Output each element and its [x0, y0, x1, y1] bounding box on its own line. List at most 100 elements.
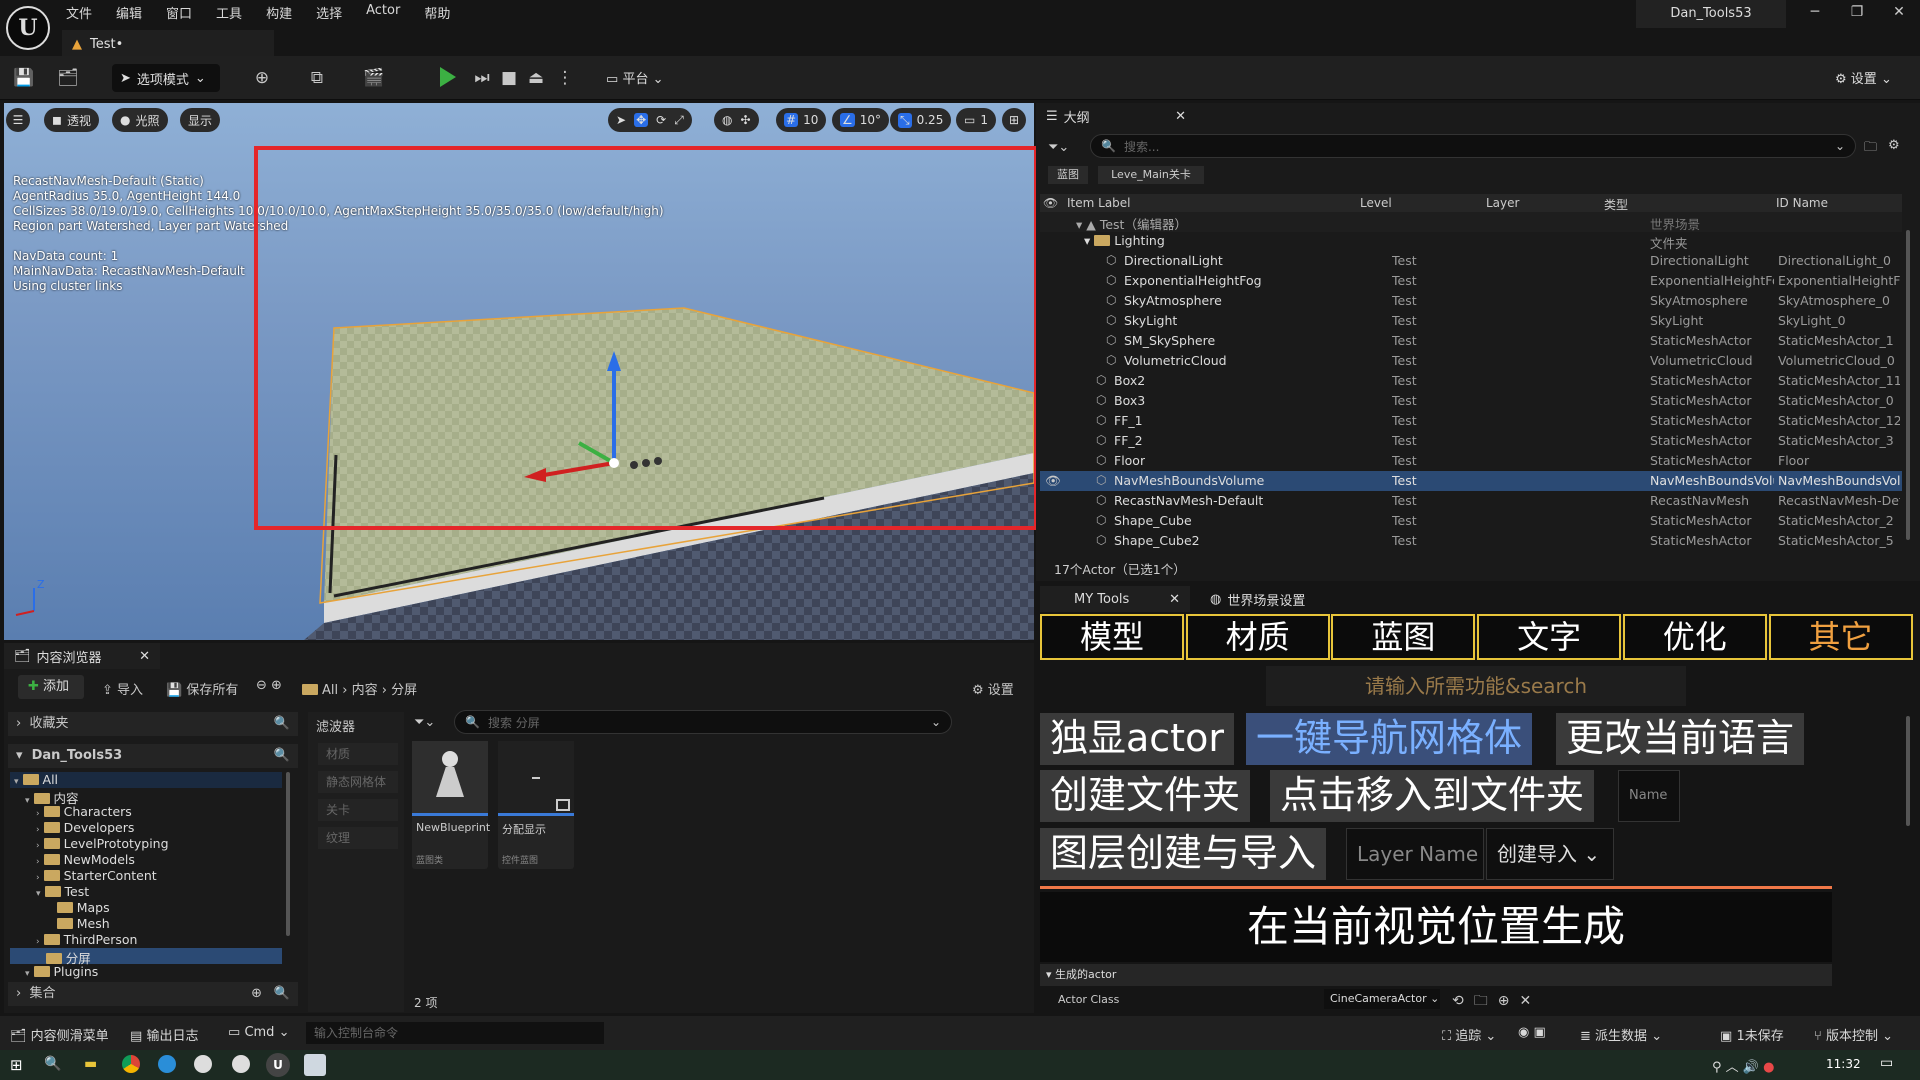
browse-icon[interactable]: 🗀 [1474, 993, 1498, 1009]
filter-icon[interactable]: ⏷⌄ [1048, 140, 1069, 155]
menu-item[interactable]: Actor [366, 3, 414, 22]
move-icon[interactable]: ✥ [634, 113, 649, 127]
platform-button[interactable]: ▭ 平台 ⌄ [606, 68, 663, 87]
lighting-button[interactable]: ● 光照 [112, 108, 168, 132]
settings-button[interactable]: ⚙ 设置 ⌄ [1835, 68, 1892, 87]
grid-snap[interactable]: #10 [776, 108, 827, 132]
taskbar-search-icon[interactable]: 🔍 [44, 1056, 61, 1072]
minimize-icon[interactable]: ─ [1800, 4, 1830, 26]
import-button[interactable]: ⇪ 导入 [102, 679, 143, 698]
change-language-button[interactable]: 更改当前语言 [1556, 713, 1805, 765]
folder-name-input[interactable]: Name [1618, 770, 1680, 822]
category-tab[interactable]: 优化 [1622, 614, 1767, 660]
outliner-row[interactable]: ⬡ VolumetricCloud Test VolumetricCloud Volum… [1040, 351, 1902, 371]
edge-icon[interactable] [158, 1055, 176, 1073]
menu-item[interactable]: 文件 [66, 3, 106, 22]
close-icon[interactable]: ✕ [1884, 4, 1914, 26]
coord-tools[interactable]: ◍ ✣ [714, 108, 759, 132]
more-icon[interactable]: ⋮ [553, 66, 577, 90]
unreal-logo-icon[interactable]: U [6, 6, 50, 50]
outliner-row[interactable]: ⬡ SkyAtmosphere Test SkyAtmosphere SkyAtmosp… [1040, 291, 1902, 311]
outliner-row[interactable]: ⬡ Shape_Cube2 Test StaticMeshActor StaticMes… [1040, 531, 1902, 551]
move-to-folder-button[interactable]: 点击移入到文件夹 [1270, 770, 1595, 822]
folder-tree-item[interactable]: › Developers [10, 820, 282, 836]
outliner-row[interactable]: ⬡ SM_SkySphere Test StaticMeshActor StaticMe… [1040, 331, 1902, 351]
unreal-taskbar-icon[interactable]: U [266, 1053, 290, 1077]
actor-class-actions[interactable]: ⟲🗀⊕✕ [1452, 990, 1541, 1014]
restore-icon[interactable]: ❐ [1842, 4, 1872, 26]
close-tab-icon[interactable]: ✕ [1175, 109, 1186, 124]
select-icon[interactable]: ➤ [616, 113, 626, 127]
outliner-settings-icon[interactable]: ⚙ [1888, 138, 1900, 153]
trace-button[interactable]: ⛶ 追踪 ⌄ [1442, 1025, 1496, 1044]
expand-arrow-icon[interactable]: › [36, 857, 40, 867]
forward-icon[interactable]: ⊕ [271, 678, 282, 693]
project-header[interactable]: ▾ Dan_Tools53 🔍 [8, 744, 298, 768]
content-search[interactable]: 🔍 搜索 分屏 ⌄ [454, 710, 952, 734]
add-actor-icon[interactable]: ⊕ [250, 66, 274, 90]
add-folder-icon[interactable]: 🗀 [1864, 138, 1877, 160]
expand-arrow-icon[interactable] [47, 921, 53, 931]
expand-arrow-icon[interactable] [47, 905, 53, 915]
menu-item[interactable]: 工具 [216, 3, 256, 22]
save-all-button[interactable]: 💾 保存所有 [166, 679, 238, 698]
folder-tree-item[interactable]: › NewModels [10, 852, 282, 868]
asset-tile[interactable]: 分配显示 控件蓝图 [498, 741, 574, 869]
globe-icon[interactable]: ◍ [722, 113, 732, 127]
actor-class-select[interactable]: CineCameraActor ⌄ [1324, 989, 1440, 1009]
spawn-section-header[interactable]: ▾ 生成的actor [1040, 964, 1832, 986]
outliner-row[interactable]: ⬡ DirectionalLight Test DirectionalLight Dir… [1040, 251, 1902, 271]
menu-item[interactable]: 窗口 [166, 3, 206, 22]
collections-header[interactable]: › 集合 ⊕ 🔍 [8, 982, 298, 1006]
filter-chip[interactable]: 材质 [318, 743, 398, 765]
derived-data-button[interactable]: ≣ 派生数据 ⌄ [1580, 1025, 1662, 1044]
outliner-row[interactable]: ⬡ Box2 Test StaticMeshActor StaticMeshActor_… [1040, 371, 1902, 391]
outliner-row[interactable]: ⬡ RecastNavMesh-Default Test RecastNavMesh R… [1040, 491, 1902, 511]
folder-tree-item[interactable]: › Characters [10, 804, 282, 820]
transform-tools[interactable]: ➤ ✥ ⟳ ⤢ [608, 108, 692, 132]
app-icon[interactable] [194, 1055, 212, 1073]
col-layer[interactable]: Layer [1486, 196, 1519, 210]
outliner-row[interactable]: ⬡ Floor Test StaticMeshActor Floor [1040, 451, 1902, 471]
outliner-row[interactable]: ⬡ ExponentialHeightFog Test ExponentialHeig… [1040, 271, 1902, 291]
notification-icon[interactable]: ▭ [1880, 1055, 1893, 1071]
clear-icon[interactable]: ✕ [1519, 993, 1541, 1009]
outliner-row[interactable]: 👁 ⬡ NavMeshBoundsVolume Test NavMeshBoundsVo… [1040, 471, 1902, 491]
chip-blueprint[interactable]: 蓝图 [1048, 166, 1088, 184]
category-tab[interactable]: 文字 [1477, 614, 1622, 660]
filter-chip[interactable]: 静态网格体 [318, 771, 398, 793]
level-tab[interactable]: ▲ Test• [62, 30, 274, 56]
mode-select[interactable]: ➤ 选项模式 ⌄ [112, 64, 220, 92]
surface-snap-icon[interactable]: ✣ [740, 113, 750, 127]
expand-arrow-icon[interactable]: › [36, 809, 40, 819]
cinematics-icon[interactable]: 🎬 [362, 66, 386, 90]
chrome-icon[interactable] [122, 1055, 140, 1073]
search-icon[interactable]: 🔍 [274, 744, 290, 768]
outliner-row[interactable]: ⬡ Shape_Cube Test StaticMeshActor StaticMesh… [1040, 511, 1902, 531]
col-type[interactable]: 类型 [1604, 196, 1628, 213]
back-icon[interactable]: ⊖ [256, 678, 267, 693]
step-icon[interactable]: ⏭ [470, 66, 494, 90]
category-tab[interactable]: 模型 [1040, 614, 1184, 660]
world-row[interactable]: ▾ ▲ Test（编辑器） 世界场景 [1040, 212, 1902, 232]
favorites-header[interactable]: › 收藏夹 🔍 [8, 712, 298, 736]
folder-tree-item[interactable]: Maps [10, 900, 282, 916]
folder-tree-item[interactable]: › ThirdPerson [10, 932, 282, 948]
world-settings-tab[interactable]: ◍ 世界场景设置 [1200, 586, 1315, 612]
expand-arrow-icon[interactable]: › [36, 937, 40, 947]
menu-item[interactable]: 帮助 [424, 3, 464, 22]
category-tab[interactable]: 其它 [1768, 614, 1913, 660]
scale-icon[interactable]: ⤢ [674, 113, 684, 128]
expand-arrow-icon[interactable]: › [36, 841, 40, 851]
folder-tree-item[interactable]: › StarterContent [10, 868, 282, 884]
scale-snap[interactable]: ⤡ 0.25 [890, 108, 952, 132]
outliner-row[interactable]: ⬡ Box3 Test StaticMeshActor StaticMeshActor_… [1040, 391, 1902, 411]
layout-icon[interactable]: ⊞ [1002, 108, 1026, 132]
app-icon[interactable] [232, 1055, 250, 1073]
outliner-scrollbar[interactable] [1906, 230, 1910, 540]
rotate-icon[interactable]: ⟳ [656, 113, 666, 127]
menu-item[interactable]: 编辑 [116, 3, 156, 22]
breadcrumb-all[interactable]: All [322, 683, 338, 698]
expand-arrow-icon[interactable]: › [36, 873, 40, 883]
outliner-search[interactable]: 🔍 搜索... ⌄ [1090, 134, 1856, 158]
